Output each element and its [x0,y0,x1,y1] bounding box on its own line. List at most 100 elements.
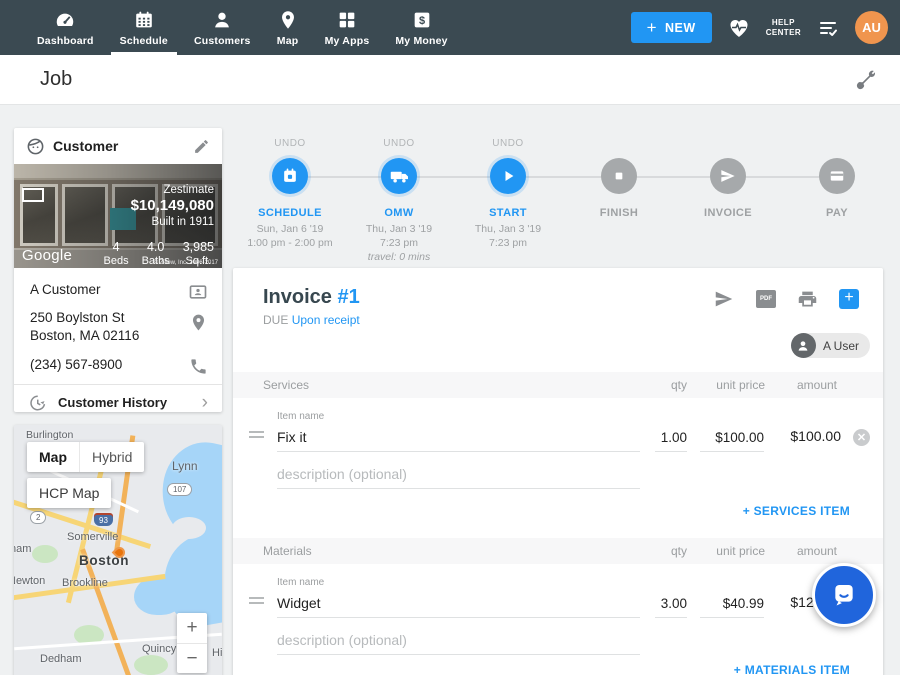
finish-step-button[interactable] [601,158,637,194]
pay-step-label: PAY [777,207,897,219]
svg-text:$: $ [418,15,424,27]
assignee-avatar-icon [791,333,816,358]
drag-handle-icon[interactable] [249,428,264,438]
top-navigation: Dashboard Schedule Customers Map [0,0,900,55]
undo-spacer [668,138,788,152]
page-title: Job [40,68,72,91]
map-label-burlington: Burlington [26,429,73,441]
service-item-row: Item name Fix it 1.00 $100.00 $100.00 ✕ [233,398,883,454]
health-heart-icon[interactable] [727,16,751,40]
invoice-number[interactable]: #1 [337,286,359,308]
nav-dashboard[interactable]: Dashboard [24,0,107,55]
job-tools-icon[interactable] [854,68,878,92]
invoice-step-button[interactable] [710,158,746,194]
edit-pencil-icon[interactable] [193,138,210,155]
item-name-input[interactable]: Fix it [277,429,307,445]
undo-link[interactable]: UNDO [230,138,350,152]
customer-history-row[interactable]: Customer History › [14,385,222,420]
phone-icon[interactable] [189,357,208,376]
route-93-shield: 93 [94,515,113,526]
start-step-label: START [448,207,568,219]
new-button[interactable]: + NEW [631,12,712,43]
zestimate-value: $10,149,080 [131,197,214,214]
customer-card: Customer Zestimate $10,149,080 Built in … [14,128,222,412]
add-services-item-link[interactable]: + SERVICES ITEM [743,504,850,518]
send-icon[interactable] [713,288,735,310]
user-avatar[interactable]: AU [855,11,888,44]
zoom-out-button[interactable]: − [177,643,207,673]
invoice-due: DUE Upon receipt [263,313,360,327]
unit-price-input[interactable]: $40.99 [723,596,764,611]
nav-schedule-label: Schedule [120,35,168,47]
drag-handle-icon[interactable] [249,594,264,604]
print-icon[interactable] [797,289,818,310]
customer-address-row: 250 Boylston St Boston, MA 02116 [14,309,222,345]
truck-icon [389,166,410,187]
map-label-lynn: Lynn [172,459,198,473]
nav-my-apps-label: My Apps [325,35,370,47]
page-header: Job [0,55,900,105]
pay-step-button[interactable] [819,158,855,194]
pdf-icon[interactable]: PDF [756,290,776,308]
qty-column-header: qty [671,378,687,392]
contact-card-icon[interactable] [188,282,208,302]
nav-my-money[interactable]: $ My Money [382,0,460,55]
unit-price-input[interactable]: $100.00 [715,430,764,445]
nav-map[interactable]: Map [264,0,312,55]
nav-my-apps[interactable]: My Apps [312,0,383,55]
map-type-map-button[interactable]: Map [27,442,79,472]
nav-customers-label: Customers [194,35,251,47]
add-invoice-button[interactable]: + [839,289,859,309]
chat-bubble-button[interactable] [812,563,876,627]
description-input[interactable]: description (optional) [277,466,407,482]
description-input[interactable]: description (optional) [277,632,407,648]
omw-step-date: Thu, Jan 3 '19 7:23 pm travel: 0 mins [339,222,459,264]
timeline-step-omw: UNDO OMW Thu, Jan 3 '19 7:23 pm travel: … [339,138,459,264]
assignee-chip[interactable]: A User [791,333,870,358]
zestimate-block: Zestimate $10,149,080 Built in 1911 [131,184,214,228]
map-land [172,517,206,539]
unit-price-column-header: unit price [716,378,765,392]
item-name-label: Item name [277,577,324,588]
map-park [134,655,168,675]
map-label-waltham: ham [14,543,31,555]
start-step-button[interactable] [490,158,526,194]
nav-items: Dashboard Schedule Customers Map [0,0,461,55]
schedule-step-button[interactable] [272,158,308,194]
amount-column-header: amount [797,544,837,558]
help-center-line2: CENTER [766,28,801,38]
tasks-list-icon[interactable] [816,16,840,40]
omw-step-label: OMW [339,207,459,219]
nav-map-label: Map [277,35,299,47]
remove-item-icon[interactable]: ✕ [853,429,870,446]
add-materials-item-link[interactable]: + MATERIALS ITEM [734,663,850,675]
route-107-shield: 107 [167,483,192,496]
money-icon: $ [411,8,433,32]
customer-face-icon [26,137,45,156]
address-line1: 250 Boylston St [30,309,206,327]
qty-input[interactable]: 1.00 [661,430,687,445]
nav-schedule[interactable]: Schedule [107,0,181,55]
help-center-link[interactable]: HELP CENTER [766,18,801,38]
service-description-row: description (optional) [233,454,883,490]
undo-link[interactable]: UNDO [448,138,568,152]
omw-step-button[interactable] [381,158,417,194]
item-name-input[interactable]: Widget [277,595,321,611]
undo-link[interactable]: UNDO [339,138,459,152]
invoice-actions: PDF + [713,288,859,310]
nav-my-money-label: My Money [395,35,447,47]
location-pin-icon[interactable] [189,313,208,332]
zoom-in-button[interactable]: + [177,613,207,643]
nav-customers[interactable]: Customers [181,0,264,55]
customer-name: A Customer [30,282,101,297]
start-step-date: Thu, Jan 3 '19 7:23 pm [448,222,568,250]
due-value-link[interactable]: Upon receipt [292,313,360,327]
map-type-hybrid-button[interactable]: Hybrid [79,442,144,472]
hcp-map-button[interactable]: HCP Map [27,478,111,508]
input-underline [700,617,764,618]
map-label-somerville: Somerville [67,531,118,543]
timeline-step-schedule: UNDO SCHEDULE Sun, Jan 6 '19 1:00 pm - 2… [230,138,350,250]
customer-phone: (234) 567-8900 [30,357,122,372]
baths-value: 4.0 [142,240,170,254]
qty-input[interactable]: 3.00 [661,596,687,611]
